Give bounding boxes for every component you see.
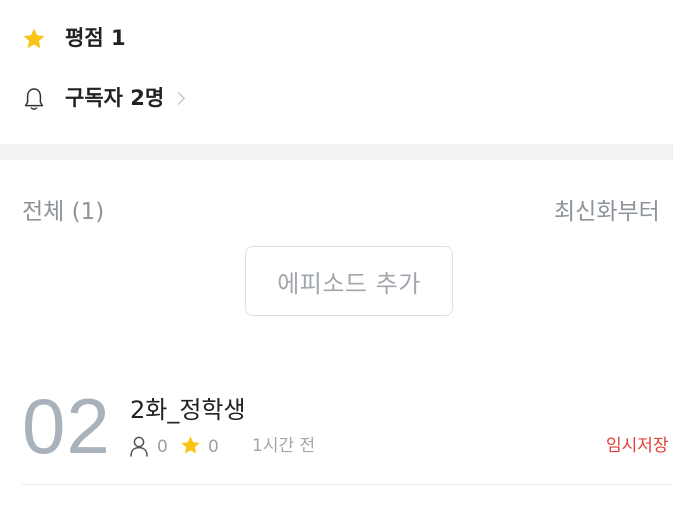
section-divider xyxy=(0,144,673,160)
subscribers-row[interactable]: 구독자 2명 xyxy=(20,82,195,116)
star-icon xyxy=(180,435,201,456)
list-item[interactable]: 02 2화_정학생 0 0 1시간 전 임시저장 xyxy=(0,378,673,478)
episode-count-label: 전체 (1) xyxy=(22,199,105,225)
episode-number: 02 xyxy=(22,382,111,470)
episode-time: 1시간 전 xyxy=(252,436,316,456)
bell-icon xyxy=(22,86,46,112)
person-icon xyxy=(129,435,149,457)
sort-dropdown[interactable]: 최신화부터 xyxy=(554,201,660,224)
rating-label: 평점 1 xyxy=(65,26,126,50)
episode-title: 2화_정학생 xyxy=(130,396,246,424)
star-icon xyxy=(22,27,46,51)
add-episode-label: 에피소드 추가 xyxy=(277,269,421,298)
add-episode-button[interactable]: 에피소드 추가 xyxy=(245,246,453,316)
list-divider xyxy=(22,484,673,485)
status-badge: 임시저장 xyxy=(606,436,669,456)
view-count: 0 xyxy=(157,437,168,457)
subscribers-label: 구독자 2명 xyxy=(65,86,165,110)
chevron-right-icon xyxy=(172,92,185,105)
rating-count: 0 xyxy=(208,437,219,457)
